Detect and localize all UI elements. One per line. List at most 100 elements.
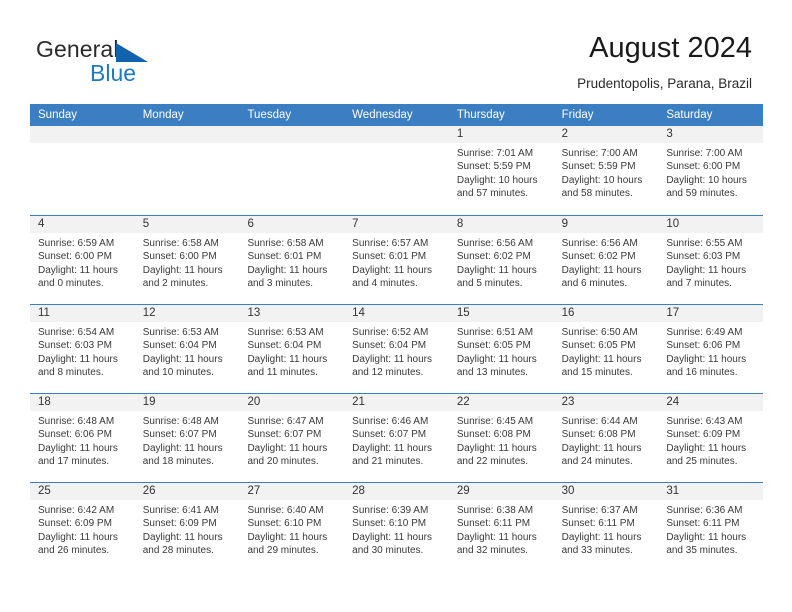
sunset-text: Sunset: 6:04 PM (142, 340, 217, 352)
calendar-week-row: 25 Sunrise: 6:42 AM Sunset: 6:09 PM Dayligh… (30, 482, 764, 571)
sunrise-text: Sunrise: 6:54 AM (38, 327, 115, 338)
calendar-day-cell[interactable]: 25 Sunrise: 6:42 AM Sunset: 6:09 PM Dayligh… (30, 483, 135, 571)
daylight-text-line2: and 35 minutes. (666, 545, 738, 557)
calendar-day-cell[interactable]: 14 Sunrise: 6:52 AM Sunset: 6:04 PM Dayligh… (344, 305, 449, 393)
calendar-day-cell[interactable]: 8 Sunrise: 6:56 AM Sunset: 6:02 PM Daylight… (448, 216, 554, 304)
day-number: 26 (134, 483, 240, 500)
calendar-day-cell[interactable]: 31 Sunrise: 6:36 AM Sunset: 6:11 PM Dayligh… (658, 483, 764, 571)
day-sun-details: Sunrise: 6:51 AM Sunset: 6:05 PM Daylight:… (449, 322, 554, 380)
daylight-text-line1: Daylight: 11 hours (352, 353, 433, 365)
calendar-week-row: 11 Sunrise: 6:54 AM Sunset: 6:03 PM Dayligh… (30, 304, 764, 393)
calendar-day-cell[interactable]: 30 Sunrise: 6:37 AM Sunset: 6:11 PM Dayligh… (553, 483, 659, 571)
calendar-day-cell[interactable]: 10 Sunrise: 6:55 AM Sunset: 6:03 PM Dayligh… (658, 216, 764, 304)
day-sun-details: Sunrise: 6:49 AM Sunset: 6:06 PM Daylight:… (658, 322, 763, 380)
calendar-day-cell[interactable]: 12 Sunrise: 6:53 AM Sunset: 6:04 PM Dayligh… (134, 305, 240, 393)
sunset-text: Sunset: 6:11 PM (456, 518, 531, 530)
day-sun-details: Sunrise: 6:41 AM Sunset: 6:09 PM Daylight:… (135, 500, 240, 558)
daylight-text-line1: Daylight: 11 hours (561, 353, 642, 365)
sunrise-text: Sunrise: 6:44 AM (561, 416, 638, 427)
sunrise-text: Sunrise: 6:48 AM (142, 416, 219, 427)
calendar-day-cell[interactable]: 3 Sunrise: 7:00 AM Sunset: 6:00 PM Daylight… (658, 126, 764, 215)
daylight-text-line2: and 5 minutes. (456, 278, 523, 290)
sunrise-text: Sunrise: 6:57 AM (352, 238, 429, 249)
day-sun-details: Sunrise: 6:55 AM Sunset: 6:03 PM Daylight:… (658, 233, 763, 291)
calendar-weeks: 1 Sunrise: 7:01 AM Sunset: 5:59 PM Daylight… (30, 126, 764, 571)
dow-wednesday: Wednesday (352, 109, 413, 121)
day-sun-details: Sunrise: 6:43 AM Sunset: 6:09 PM Daylight:… (658, 411, 763, 469)
daylight-text-line2: and 20 minutes. (247, 456, 319, 468)
calendar-day-cell[interactable]: 17 Sunrise: 6:49 AM Sunset: 6:06 PM Dayligh… (658, 305, 764, 393)
calendar-day-cell[interactable]: 28 Sunrise: 6:39 AM Sunset: 6:10 PM Dayligh… (344, 483, 449, 571)
calendar-day-cell[interactable]: 4 Sunrise: 6:59 AM Sunset: 6:00 PM Daylight… (30, 216, 135, 304)
calendar-day-cell[interactable]: 2 Sunrise: 7:00 AM Sunset: 5:59 PM Daylight… (553, 126, 659, 215)
day-sun-details: Sunrise: 6:42 AM Sunset: 6:09 PM Daylight:… (30, 500, 135, 558)
calendar-day-cell[interactable]: 16 Sunrise: 6:50 AM Sunset: 6:05 PM Dayligh… (553, 305, 659, 393)
calendar-day-cell[interactable]: 15 Sunrise: 6:51 AM Sunset: 6:05 PM Dayligh… (448, 305, 554, 393)
calendar-day-cell[interactable]: 20 Sunrise: 6:47 AM Sunset: 6:07 PM Dayligh… (239, 394, 345, 482)
calendar-day-cell[interactable]: 19 Sunrise: 6:48 AM Sunset: 6:07 PM Dayligh… (134, 394, 240, 482)
day-sun-details: Sunrise: 6:54 AM Sunset: 6:03 PM Daylight:… (30, 322, 135, 380)
sunset-text: Sunset: 6:08 PM (561, 429, 636, 441)
sunset-text: Sunset: 6:06 PM (38, 429, 112, 441)
brand-logo-blue-text: Blue (90, 60, 137, 86)
calendar-day-cell[interactable]: 7 Sunrise: 6:57 AM Sunset: 6:01 PM Daylight… (344, 216, 449, 304)
brand-logo-general-text: General (36, 36, 119, 62)
day-sun-details: Sunrise: 6:50 AM Sunset: 6:05 PM Daylight:… (554, 322, 659, 380)
daylight-text-line1: Daylight: 11 hours (456, 442, 537, 454)
daylight-text-line1: Daylight: 11 hours (666, 442, 747, 454)
day-number (30, 126, 135, 143)
sunset-text: Sunset: 6:07 PM (142, 429, 217, 441)
day-number: 8 (448, 216, 554, 233)
day-number: 16 (553, 305, 659, 322)
calendar-day-cell[interactable]: 23 Sunrise: 6:44 AM Sunset: 6:08 PM Dayligh… (553, 394, 659, 482)
sunrise-text: Sunrise: 6:58 AM (142, 238, 219, 249)
daylight-text-line1: Daylight: 11 hours (247, 353, 328, 365)
calendar-day-cell-empty (239, 126, 345, 215)
daylight-text-line1: Daylight: 11 hours (456, 353, 537, 365)
daylight-text-line1: Daylight: 11 hours (352, 442, 433, 454)
calendar-day-cell[interactable]: 21 Sunrise: 6:46 AM Sunset: 6:07 PM Dayligh… (344, 394, 449, 482)
day-sun-details: Sunrise: 6:48 AM Sunset: 6:07 PM Daylight:… (135, 411, 240, 469)
calendar-day-cell[interactable]: 26 Sunrise: 6:41 AM Sunset: 6:09 PM Dayligh… (134, 483, 240, 571)
daylight-text-line2: and 26 minutes. (38, 545, 110, 557)
sunset-text: Sunset: 6:00 PM (666, 161, 741, 173)
calendar-day-cell[interactable]: 9 Sunrise: 6:56 AM Sunset: 6:02 PM Daylight… (553, 216, 659, 304)
sunset-text: Sunset: 6:10 PM (247, 518, 322, 530)
sunrise-text: Sunrise: 6:37 AM (561, 505, 638, 516)
daylight-text-line2: and 22 minutes. (456, 456, 529, 468)
daylight-text-line1: Daylight: 11 hours (38, 442, 118, 454)
day-number: 5 (134, 216, 240, 233)
day-number: 2 (553, 126, 659, 143)
daylight-text-line1: Daylight: 11 hours (456, 264, 537, 276)
sunset-text: Sunset: 6:09 PM (142, 518, 217, 530)
calendar-day-cell[interactable]: 18 Sunrise: 6:48 AM Sunset: 6:06 PM Dayligh… (30, 394, 135, 482)
daylight-text-line1: Daylight: 10 hours (561, 174, 643, 186)
daylight-text-line2: and 11 minutes. (247, 367, 318, 379)
location-subtitle: Prudentopolis, Parana, Brazil (577, 76, 752, 91)
calendar-day-cell[interactable]: 5 Sunrise: 6:58 AM Sunset: 6:00 PM Daylight… (134, 216, 240, 304)
sunset-text: Sunset: 6:00 PM (38, 251, 112, 263)
sunset-text: Sunset: 6:11 PM (666, 518, 740, 530)
day-sun-details: Sunrise: 7:00 AM Sunset: 5:59 PM Daylight:… (554, 143, 659, 201)
sunset-text: Sunset: 6:01 PM (247, 251, 322, 263)
calendar-day-cell[interactable]: 22 Sunrise: 6:45 AM Sunset: 6:08 PM Dayligh… (448, 394, 554, 482)
sunset-text: Sunset: 6:09 PM (666, 429, 741, 441)
calendar-day-cell[interactable]: 6 Sunrise: 6:58 AM Sunset: 6:01 PM Daylight… (239, 216, 345, 304)
day-number: 25 (30, 483, 135, 500)
calendar-day-cell[interactable]: 24 Sunrise: 6:43 AM Sunset: 6:09 PM Dayligh… (658, 394, 764, 482)
sunset-text: Sunset: 6:04 PM (352, 340, 427, 352)
brand-logo[interactable]: General Blue (36, 36, 256, 92)
sunset-text: Sunset: 6:01 PM (352, 251, 427, 263)
daylight-text-line1: Daylight: 11 hours (247, 264, 328, 276)
calendar-day-cell[interactable]: 1 Sunrise: 7:01 AM Sunset: 5:59 PM Daylight… (448, 126, 554, 215)
daylight-text-line1: Daylight: 11 hours (561, 264, 642, 276)
calendar-day-cell[interactable]: 13 Sunrise: 6:53 AM Sunset: 6:04 PM Dayligh… (239, 305, 345, 393)
day-number (239, 126, 345, 143)
calendar-day-cell[interactable]: 29 Sunrise: 6:38 AM Sunset: 6:11 PM Dayligh… (448, 483, 554, 571)
day-number: 17 (658, 305, 764, 322)
daylight-text-line1: Daylight: 11 hours (352, 264, 433, 276)
daylight-text-line2: and 32 minutes. (456, 545, 529, 557)
calendar-day-cell[interactable]: 27 Sunrise: 6:40 AM Sunset: 6:10 PM Dayligh… (239, 483, 345, 571)
day-number: 21 (344, 394, 449, 411)
calendar-day-cell[interactable]: 11 Sunrise: 6:54 AM Sunset: 6:03 PM Dayligh… (30, 305, 135, 393)
